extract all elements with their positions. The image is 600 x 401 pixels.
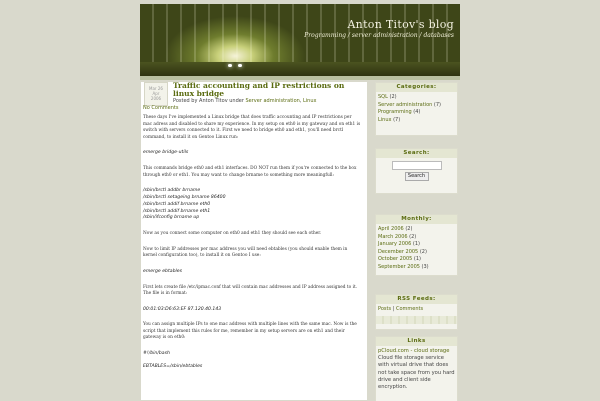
post-paragraph: First lets create file /etc/ipmac.conf t… — [143, 284, 358, 297]
category-item: Programming (4) — [378, 109, 421, 116]
rss-posts-link[interactable]: Posts — [378, 306, 391, 312]
blog-title[interactable]: Anton Titov's blog — [347, 18, 454, 31]
category-item: Linux (7) — [378, 116, 401, 123]
code-block: #!/bin/bash EBTABLES=/sbin/ebtables — [143, 351, 203, 370]
post-paragraph: These days I've implemented a Linux brid… — [143, 115, 361, 140]
links-heading: Links — [376, 337, 457, 346]
sidebar: Categories: SQL (2) Server administratio… — [375, 82, 458, 401]
code-line: emerge bridge-utils — [143, 150, 189, 156]
category-item: Server administration (7) — [378, 101, 441, 108]
code-block: /sbin/brctl addbr brname /sbin/brctl set… — [143, 188, 226, 221]
category-link-server-administration[interactable]: Server administration — [246, 98, 300, 104]
comments-link[interactable]: No Comments — [143, 105, 179, 111]
rss-comments-link[interactable]: Comments — [396, 306, 423, 312]
archive-item: April 2006 (2) — [378, 226, 413, 232]
category-item: SQL (2) — [378, 94, 397, 100]
code-line: 00:01:03:D6:63:EF 87.120.40.143 — [143, 306, 222, 312]
archive-item: October 2005 (1) — [378, 256, 422, 263]
archive-item: September 2005 (3) — [378, 263, 429, 270]
rss-heading: RSS Feeds: — [376, 295, 457, 304]
main-content: Mar 26 Apr 2006 Traffic accounting and I… — [141, 82, 367, 400]
post-date-badge: Mar 26 Apr 2006 — [144, 82, 168, 106]
archive-item: March 2006 (2) — [378, 233, 417, 240]
pcloud-link[interactable]: pCloud.com - cloud storage — [378, 348, 455, 355]
monthly-widget: Monthly: April 2006 (2) March 2006 (2) J… — [375, 214, 458, 276]
search-heading: Search: — [376, 149, 457, 158]
monthly-heading: Monthly: — [376, 215, 457, 224]
categories-heading: Categories: — [376, 83, 457, 92]
search-button[interactable]: Search — [404, 172, 429, 181]
blog-subtitle: Programming / server administration / da… — [304, 32, 454, 39]
post-meta: Posted by Anton Titov under Server admin… — [173, 98, 317, 104]
post-paragraph: Now to limit IP addresses per mac addres… — [143, 246, 348, 259]
code-line: emerge ebtables — [143, 268, 182, 274]
archive-item: January 2006 (1) — [378, 241, 420, 248]
post-paragraph: This commands bridge eth0 and eth1 inter… — [143, 165, 357, 178]
post-body: These days I've implemented a Linux brid… — [143, 115, 361, 380]
blog-header: Anton Titov's blog Programming / server … — [140, 4, 460, 76]
search-input[interactable] — [391, 161, 442, 170]
rss-widget: RSS Feeds: Posts | Comments — [375, 294, 458, 330]
link-description: Cloud file storage service with virtual … — [378, 355, 455, 391]
category-link-linux[interactable]: Linux — [303, 98, 316, 104]
search-widget: Search: Search — [375, 148, 458, 194]
post-title-link[interactable]: Traffic accounting and IP restrictions o… — [173, 82, 363, 98]
post-paragraph: You can assign multiple IPs to one mac a… — [143, 322, 357, 341]
post-paragraph: Now as you connect some computer on eth0… — [143, 231, 322, 237]
categories-widget: Categories: SQL (2) Server administratio… — [375, 82, 458, 136]
archive-item: December 2005 (2) — [378, 248, 427, 255]
links-widget: Links pCloud.com - cloud storage Cloud f… — [375, 336, 458, 401]
